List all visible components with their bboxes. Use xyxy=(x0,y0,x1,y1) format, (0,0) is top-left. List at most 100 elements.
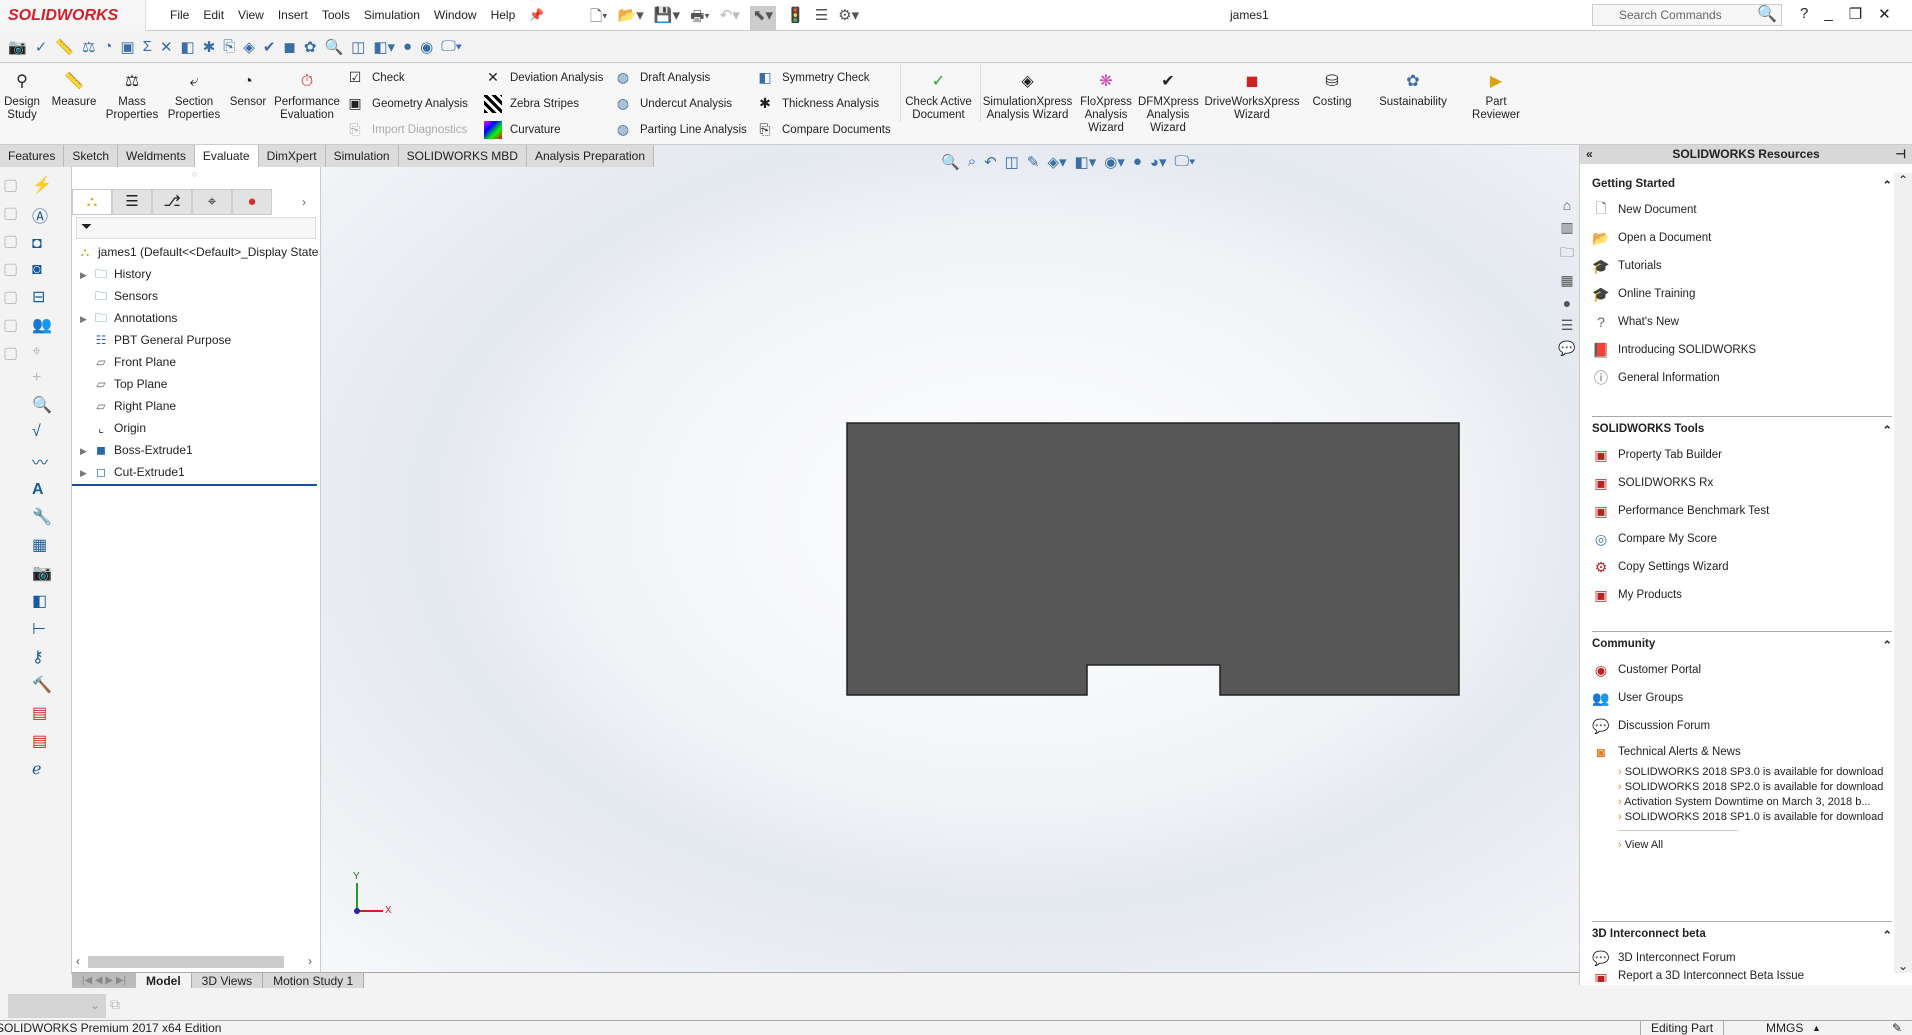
scene-icon[interactable]: ◉ xyxy=(420,38,433,56)
collapse-chevron-icon[interactable]: ⌃ xyxy=(1882,928,1892,942)
copy-settings-wizard-link[interactable]: ⚙ Copy Settings Wizard xyxy=(1592,553,1892,581)
weld-icon[interactable]: 〰 xyxy=(32,449,52,473)
tab-solidworks-mbd[interactable]: SOLIDWORKS MBD xyxy=(398,145,527,167)
whats-new-link[interactable]: ? What's New xyxy=(1592,308,1892,336)
deviation-analysis-button[interactable]: ✕ Deviation Analysis xyxy=(484,66,603,90)
menu-file[interactable]: File xyxy=(170,0,189,31)
mass-properties-icon[interactable]: ⚖ xyxy=(82,38,95,56)
section-view-icon[interactable]: ◫ xyxy=(351,38,365,56)
tab-evaluate[interactable]: Evaluate xyxy=(194,145,259,167)
new-document-link[interactable]: 🗋 New Document xyxy=(1592,196,1892,224)
previous-view-icon[interactable]: ↶ xyxy=(984,153,997,171)
tutorials-link[interactable]: 🎓 Tutorials xyxy=(1592,252,1892,280)
views-icon[interactable]: ◧ xyxy=(32,591,52,611)
tree-node-top-plane[interactable]: ▱ Top Plane xyxy=(72,373,167,395)
search-commands-input[interactable]: Search Commands xyxy=(1592,4,1782,26)
collapse-icon[interactable]: « xyxy=(1586,145,1593,164)
view-orientation-icon[interactable]: ◈▾ xyxy=(1047,153,1066,171)
introducing-solidworks-link[interactable]: 📕 Introducing SOLIDWORKS xyxy=(1592,336,1892,364)
sustainability-button[interactable]: ✿ Sustainability xyxy=(1370,64,1456,109)
report-beta-issue-link[interactable]: ▣ Report a 3D Interconnect Beta Issue xyxy=(1592,970,1892,982)
check-icon[interactable]: ▣ xyxy=(120,38,134,56)
scroll-down-icon[interactable]: ⌄ xyxy=(1898,959,1908,973)
view-cube-icon[interactable]: ▢ xyxy=(3,175,18,195)
display-style-icon[interactable]: ◧▾ xyxy=(1075,153,1097,171)
geometry-analysis-button[interactable]: ▣ Geometry Analysis xyxy=(346,92,468,116)
news-item[interactable]: SOLIDWORKS 2018 SP2.0 is available for d… xyxy=(1592,781,1892,794)
origin-icon[interactable]: ⌖ xyxy=(32,343,52,361)
zoom-icon[interactable]: 🔍 xyxy=(324,38,343,56)
rollback-bar[interactable] xyxy=(72,484,317,486)
view-cube-icon[interactable]: ▢ xyxy=(3,203,18,223)
expand-arrow-icon[interactable]: ▶ xyxy=(80,462,92,484)
tree-node-boss-extrude[interactable]: ▶ ◼ Boss-Extrude1 xyxy=(72,439,193,461)
save-icon[interactable]: 💾▾ xyxy=(654,6,680,31)
undercut-analysis-button[interactable]: ◍ Undercut Analysis xyxy=(614,92,732,116)
floxpress-button[interactable]: ❋ FloXpress Analysis Wizard xyxy=(1078,64,1134,135)
datum-target-icon[interactable]: ◙ xyxy=(32,261,52,279)
configurationmanager-tab[interactable]: ⎇ xyxy=(152,189,192,215)
property-tab-builder-link[interactable]: ▣ Property Tab Builder xyxy=(1592,441,1892,469)
close-button[interactable]: ✕ xyxy=(1878,5,1891,23)
layers-icon[interactable]: ⧉ xyxy=(110,996,120,1013)
section-properties-button[interactable]: ⤶ Section Properties xyxy=(164,64,224,122)
driveworksxpress-button[interactable]: ◼ DriveWorksXpress Wizard xyxy=(1202,64,1302,122)
chevron-right-icon[interactable]: › xyxy=(302,189,306,215)
expand-arrow-icon[interactable]: ▶ xyxy=(80,308,92,330)
configuration-dropdown[interactable]: ⌄ xyxy=(8,994,106,1018)
solidworks-rx-link[interactable]: ▣ SOLIDWORKS Rx xyxy=(1592,469,1892,497)
displaymanager-tab[interactable]: ● xyxy=(232,189,272,215)
tab-simulation[interactable]: Simulation xyxy=(325,145,399,167)
view-cube-icon[interactable]: ▢ xyxy=(3,231,18,251)
online-training-link[interactable]: 🎓 Online Training xyxy=(1592,280,1892,308)
sustainability-icon[interactable]: ✿ xyxy=(304,38,317,56)
3d-interconnect-forum-link[interactable]: 💬 3D Interconnect Forum xyxy=(1592,946,1892,970)
simulationxpress-button[interactable]: ◈ SimulationXpress Analysis Wizard xyxy=(980,64,1074,122)
vertical-scrollbar[interactable]: ⌃ ⌄ xyxy=(1894,173,1912,973)
parting-line-analysis-button[interactable]: ◍ Parting Line Analysis xyxy=(614,118,747,142)
check-active-document-button[interactable]: ✓ Check Active Document xyxy=(900,64,976,122)
key-icon[interactable]: ⚷ xyxy=(32,647,52,667)
thickness-analysis-button[interactable]: ✱ Thickness Analysis xyxy=(756,92,879,116)
restore-button[interactable]: ❐ xyxy=(1849,5,1862,23)
forum-icon[interactable]: 💬 xyxy=(1555,340,1579,357)
performance-evaluation-button[interactable]: ⏱ Performance Evaluation xyxy=(274,64,340,122)
menu-tools[interactable]: Tools xyxy=(322,0,350,31)
units-selector[interactable]: MMGS xyxy=(1766,1021,1803,1035)
display-style-icon[interactable]: ◧▾ xyxy=(373,38,395,56)
sensor-icon[interactable]: ◔ xyxy=(103,38,112,56)
tree-filter[interactable]: ⏷ xyxy=(76,217,316,239)
file-explorer-icon[interactable]: 🗀 xyxy=(1555,242,1579,266)
auto-dimension-icon[interactable]: ⚡ xyxy=(32,175,52,195)
help-icon[interactable]: ? xyxy=(1800,5,1808,23)
home-icon[interactable]: ⌂ xyxy=(1555,197,1579,213)
menu-view[interactable]: View xyxy=(238,0,264,31)
solidworks-logo[interactable]: SOLIDWORKS xyxy=(0,0,146,31)
edrawings-icon[interactable]: ℯ xyxy=(32,759,52,779)
open-icon[interactable]: 📂▾ xyxy=(618,6,644,31)
text-icon[interactable]: A xyxy=(32,481,52,499)
appearance-icon[interactable]: ● xyxy=(403,38,412,56)
tree-root[interactable]: ⛬ james1 (Default<<Default>_Display State xyxy=(76,241,319,263)
news-item[interactable]: Activation System Downtime on March 3, 2… xyxy=(1592,796,1892,809)
menu-edit[interactable]: Edit xyxy=(203,0,224,31)
customer-portal-link[interactable]: ◉ Customer Portal xyxy=(1592,656,1892,684)
sum-icon[interactable]: Σ xyxy=(143,38,152,56)
discussion-forum-link[interactable]: 💬 Discussion Forum xyxy=(1592,712,1892,740)
camera-icon[interactable]: 📷 xyxy=(32,563,52,583)
select-icon[interactable]: ⬉▾ xyxy=(749,6,776,31)
add-icon[interactable]: + xyxy=(32,369,52,387)
view-all-link[interactable]: View All xyxy=(1592,839,1892,852)
tree-node-material[interactable]: ☷ PBT General Purpose xyxy=(72,329,232,351)
custom-properties-icon[interactable]: ☰ xyxy=(1555,317,1579,334)
user-groups-link[interactable]: 👥 User Groups xyxy=(1592,684,1892,712)
tolerance-icon[interactable]: ⊟ xyxy=(32,287,52,307)
tree-node-right-plane[interactable]: ▱ Right Plane xyxy=(72,395,176,417)
symmetry-check-button[interactable]: ◧ Symmetry Check xyxy=(756,66,869,90)
units-chevron-up-icon[interactable]: ▲ xyxy=(1812,1021,1821,1035)
symmetry-icon[interactable]: ◧ xyxy=(181,38,195,56)
spellcheck-icon[interactable]: ✓ xyxy=(35,38,48,56)
technical-alerts-link[interactable]: ◙ Technical Alerts & News xyxy=(1592,740,1892,764)
dimension-icon[interactable]: ⊢ xyxy=(32,619,52,639)
compare-icon[interactable]: ⎘ xyxy=(223,38,235,56)
